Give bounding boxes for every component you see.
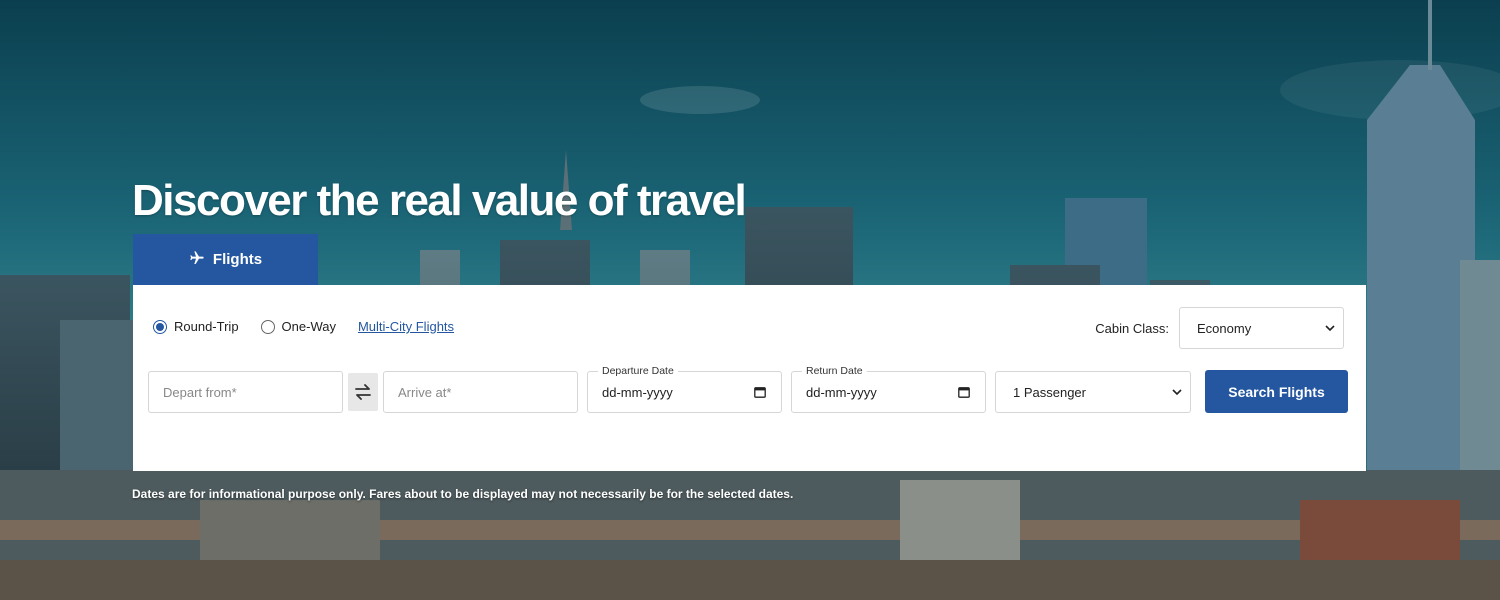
calendar-icon[interactable] <box>754 386 766 398</box>
depart-from-placeholder: Depart from* <box>163 384 237 400</box>
arrive-at-input[interactable]: Arrive at* <box>383 371 578 413</box>
return-date-field[interactable]: Return Date dd-mm-yyyy <box>791 365 986 413</box>
swap-arrows-icon <box>355 384 371 400</box>
chevron-down-icon <box>1325 325 1335 332</box>
multi-city-link[interactable]: Multi-City Flights <box>358 319 454 334</box>
radio-one-way-label: One-Way <box>281 319 336 334</box>
airplane-icon <box>189 250 205 270</box>
search-flights-button[interactable]: Search Flights <box>1205 370 1348 413</box>
flight-search-panel: Round-Trip One-Way Multi-City Flights Ca… <box>133 285 1366 471</box>
cabin-class-select[interactable]: Economy <box>1179 307 1344 349</box>
calendar-icon[interactable] <box>958 386 970 398</box>
cabin-class-label: Cabin Class: <box>1095 320 1169 336</box>
passengers-select[interactable]: 1 Passenger <box>995 371 1191 413</box>
return-date-value: dd-mm-yyyy <box>806 384 877 400</box>
cabin-class-value: Economy <box>1197 320 1252 336</box>
departure-date-value: dd-mm-yyyy <box>602 384 673 400</box>
swap-locations-button[interactable] <box>348 373 378 411</box>
radio-round-trip-label: Round-Trip <box>174 319 239 334</box>
radio-one-way-indicator[interactable] <box>260 319 275 334</box>
cabin-class-group: Cabin Class: Economy <box>1095 307 1344 349</box>
radio-one-way[interactable]: One-Way <box>260 319 336 334</box>
tab-flights-label: Flights <box>212 251 263 268</box>
chevron-down-icon <box>1172 389 1182 396</box>
passengers-value: 1 Passenger <box>1013 384 1086 400</box>
date-disclaimer: Dates are for informational purpose only… <box>132 487 794 501</box>
trip-type-group: Round-Trip One-Way Multi-City Flights <box>153 319 454 334</box>
tab-flights[interactable]: Flights <box>133 234 318 285</box>
departure-date-label: Departure Date <box>598 365 678 377</box>
radio-round-trip-indicator[interactable] <box>153 319 167 334</box>
hero-title: Discover the real value of travel <box>132 176 747 225</box>
departure-date-field[interactable]: Departure Date dd-mm-yyyy <box>587 365 782 413</box>
arrive-at-placeholder: Arrive at* <box>398 384 452 400</box>
depart-from-input[interactable]: Depart from* <box>148 371 343 413</box>
return-date-label: Return Date <box>802 365 867 377</box>
radio-round-trip[interactable]: Round-Trip <box>153 319 239 334</box>
